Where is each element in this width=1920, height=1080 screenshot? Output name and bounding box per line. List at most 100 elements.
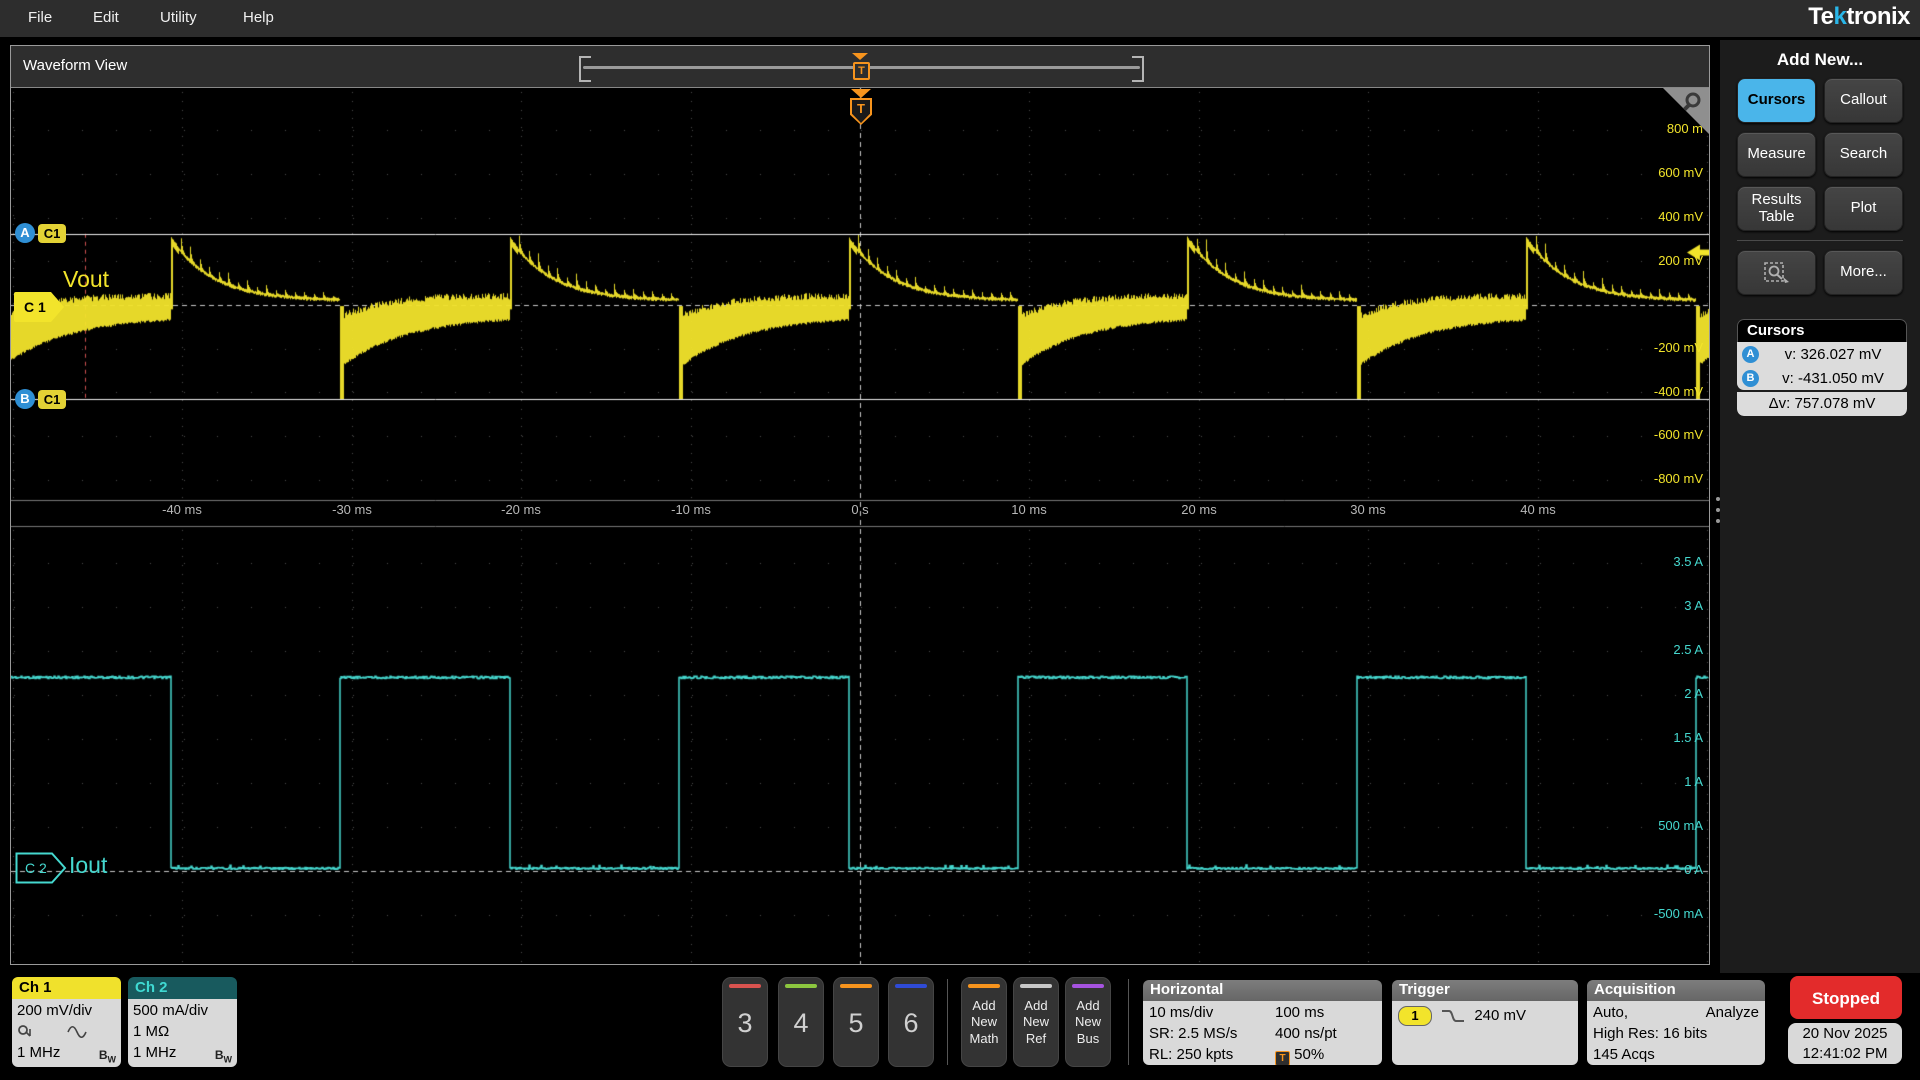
y2-tick-label: 1.5 A [1673, 730, 1703, 748]
callout-button[interactable]: Callout [1824, 78, 1903, 123]
ch2-callout-label[interactable]: Iout [69, 852, 107, 879]
bandwidth-limit-icon: BW [99, 1045, 116, 1067]
horizontal-scale: 10 ms/div [1149, 1004, 1213, 1021]
ch2-badge[interactable]: Ch 2 500 mA/div 1 MΩ 1 MHz BW [128, 977, 237, 1067]
minimap-trigger-arrow-icon [852, 53, 868, 60]
ch3-button[interactable]: 3 [722, 977, 768, 1067]
menu-file[interactable]: File [28, 9, 52, 26]
trigger-position-arrow-icon [851, 89, 871, 98]
y2-tick-label: 0 A [1684, 862, 1703, 880]
minimap-left-bracket [579, 56, 591, 82]
x-tick-label: 10 ms [989, 502, 1069, 517]
panel-divider [1737, 240, 1903, 241]
horizontal-position-minimap[interactable]: T [579, 53, 1144, 81]
horizontal-panel[interactable]: Horizontal 10 ms/div 100 ms SR: 2.5 MS/s… [1143, 980, 1382, 1065]
horizontal-resolution: 400 ns/pt [1275, 1023, 1337, 1044]
minimap-right-bracket [1132, 56, 1144, 82]
horizontal-record-length: RL: 250 kpts [1149, 1046, 1233, 1063]
y1-tick-label: 400 mV [1658, 209, 1703, 227]
cursor-a-circle: A [15, 223, 35, 243]
menu-bar: File Edit Utility Help Tektronix [0, 0, 1920, 37]
acquisition-analyze: Analyze [1706, 1002, 1759, 1023]
more-button[interactable]: More... [1824, 250, 1903, 295]
x-tick-label: 40 ms [1498, 502, 1578, 517]
ch4-button[interactable]: 4 [778, 977, 824, 1067]
bottom-divider [947, 979, 948, 1065]
horizontal-window: 100 ms [1275, 1002, 1324, 1023]
falling-edge-icon [1440, 1008, 1466, 1024]
x-tick-label: -30 ms [312, 502, 392, 517]
cursors-readout-title: Cursors [1737, 319, 1907, 342]
y2-tick-label: 500 mA [1658, 818, 1703, 836]
cursor-a-source-chip: C1 [38, 224, 66, 243]
run-stop-button[interactable]: Stopped [1790, 976, 1902, 1019]
cursor-a-badge[interactable]: A C1 [15, 223, 66, 243]
add-new-ref-button[interactable]: Add New Ref [1013, 977, 1059, 1067]
horizontal-title: Horizontal [1143, 980, 1382, 1001]
ch1-ground-marker[interactable]: C 1 [13, 291, 65, 323]
ch3-color-stripe [729, 984, 761, 988]
ref-color-stripe [1020, 984, 1052, 988]
x-tick-label: -20 ms [481, 502, 561, 517]
menu-utility[interactable]: Utility [160, 9, 197, 26]
cursor-b-badge[interactable]: B C1 [15, 389, 66, 409]
add-new-title: Add New... [1720, 50, 1920, 70]
y2-tick-label: 1 A [1684, 774, 1703, 792]
horizontal-sample-rate: SR: 2.5 MS/s [1149, 1025, 1237, 1042]
cursor-a-row: A v: 326.027 mV [1737, 342, 1907, 366]
bottom-divider [1128, 979, 1129, 1065]
minimap-trigger-t-icon[interactable]: T [853, 62, 870, 80]
y2-tick-label: 2.5 A [1673, 642, 1703, 660]
cursor-delta-value: Δv: 757.078 mV [1737, 392, 1907, 416]
add-new-math-button[interactable]: Add New Math [961, 977, 1007, 1067]
ch1-callout-label[interactable]: Vout [63, 266, 109, 293]
x-tick-label: 30 ms [1328, 502, 1408, 517]
bandwidth-limit-icon: BW [215, 1045, 232, 1067]
ch5-color-stripe [840, 984, 872, 988]
menu-help[interactable]: Help [243, 9, 274, 26]
ch6-button[interactable]: 6 [888, 977, 934, 1067]
ch1-scale: 200 mV/div [17, 1000, 116, 1021]
y1-tick-label: -800 mV [1654, 471, 1703, 489]
acquisition-mode: Auto, [1593, 1002, 1628, 1023]
y1-tick-label: -600 mV [1654, 427, 1703, 445]
math-color-stripe [968, 984, 1000, 988]
cursor-b-value: v: -431.050 mV [1759, 370, 1907, 387]
cursors-readout-panel[interactable]: Cursors A v: 326.027 mV B v: -431.050 mV… [1737, 319, 1907, 416]
probe-icon [17, 1024, 35, 1038]
plot-button[interactable]: Plot [1824, 186, 1903, 231]
results-table-button[interactable]: Results Table [1737, 186, 1816, 231]
ch1-name: Ch 1 [12, 977, 121, 999]
datetime-display: 20 Nov 2025 12:41:02 PM [1788, 1023, 1902, 1064]
zoom-select-icon [1762, 260, 1792, 286]
date: 20 Nov 2025 [1788, 1024, 1902, 1044]
ch2-impedance: 1 MΩ [133, 1021, 232, 1042]
right-panel: Add New... Cursors Callout Measure Searc… [1720, 40, 1920, 973]
waveform-canvas[interactable] [11, 88, 1709, 964]
ch2-ground-marker[interactable]: C 2 [15, 852, 67, 884]
cursors-button[interactable]: Cursors [1737, 78, 1816, 123]
y2-tick-label: 2 A [1684, 686, 1703, 704]
acquisition-count: 145 Acqs [1593, 1044, 1759, 1065]
y2-tick-label: -500 mA [1654, 906, 1703, 924]
zoom-select-button[interactable] [1737, 250, 1816, 295]
x-tick-label: 20 ms [1159, 502, 1239, 517]
acquisition-title: Acquisition [1587, 980, 1765, 1001]
trigger-title: Trigger [1392, 980, 1578, 1001]
y1-tick-label: 800 m [1667, 121, 1703, 139]
ch5-button[interactable]: 5 [833, 977, 879, 1067]
cursor-a-icon: A [1742, 346, 1759, 363]
ch2-bandwidth: 1 MHz [133, 1044, 176, 1061]
measure-button[interactable]: Measure [1737, 132, 1816, 177]
menu-edit[interactable]: Edit [93, 9, 119, 26]
trigger-source-pill: 1 [1398, 1006, 1432, 1026]
x-tick-label: -10 ms [651, 502, 731, 517]
acquisition-panel[interactable]: Acquisition Auto, Analyze High Res: 16 b… [1587, 980, 1765, 1065]
cursor-b-icon: B [1742, 370, 1759, 387]
y1-tick-label: 600 mV [1658, 165, 1703, 183]
trigger-panel[interactable]: Trigger 1 240 mV [1392, 980, 1578, 1065]
search-button[interactable]: Search [1824, 132, 1903, 177]
ch1-badge[interactable]: Ch 1 200 mV/div 1 MHz BW [12, 977, 121, 1067]
cursor-b-row: B v: -431.050 mV [1737, 366, 1907, 390]
add-new-bus-button[interactable]: Add New Bus [1065, 977, 1111, 1067]
